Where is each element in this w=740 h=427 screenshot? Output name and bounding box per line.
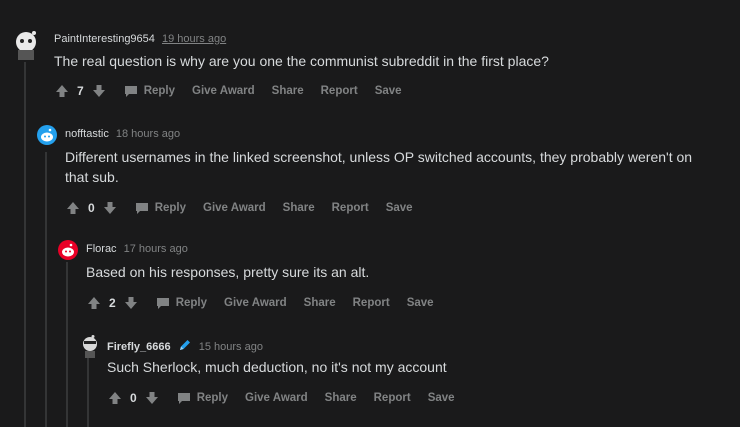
avatar[interactable]	[37, 125, 57, 145]
save-button[interactable]: Save	[386, 202, 413, 214]
downvote-icon[interactable]	[92, 84, 106, 98]
username[interactable]: nofftastic	[65, 128, 109, 140]
report-button[interactable]: Report	[332, 202, 369, 214]
comment-icon	[124, 85, 137, 97]
comment-icon	[135, 202, 148, 214]
upvote-icon[interactable]	[55, 84, 69, 98]
reply-button[interactable]: Reply	[124, 85, 175, 98]
comment-body: The real question is why are you one the…	[54, 53, 549, 69]
comment-actions: 2 Reply Give Award Share Report Save	[87, 293, 451, 313]
give-award-button[interactable]: Give Award	[203, 202, 266, 214]
reply-button[interactable]: Reply	[156, 297, 207, 310]
comment-body: Different usernames in the linked screen…	[65, 149, 693, 185]
comment-actions: 7 Reply Give Award Share Report Save	[55, 81, 419, 101]
reply-label: Reply	[175, 297, 208, 309]
timestamp[interactable]: 19 hours ago	[162, 33, 226, 45]
save-button[interactable]: Save	[375, 85, 402, 97]
username[interactable]: PaintInteresting9654	[54, 33, 155, 45]
comment-icon	[177, 392, 190, 404]
downvote-icon[interactable]	[145, 391, 159, 405]
share-button[interactable]: Share	[283, 202, 315, 214]
timestamp[interactable]: 17 hours ago	[124, 243, 188, 255]
share-button[interactable]: Share	[304, 297, 336, 309]
give-award-button[interactable]: Give Award	[224, 297, 287, 309]
avatar[interactable]	[58, 240, 78, 260]
pencil-icon	[179, 340, 190, 350]
vote-score: 0	[88, 201, 95, 215]
timestamp[interactable]: 15 hours ago	[199, 341, 263, 353]
comment-body: Such Sherlock, much deduction, no it's n…	[107, 359, 447, 375]
reply-button[interactable]: Reply	[135, 202, 186, 215]
give-award-button[interactable]: Give Award	[245, 392, 308, 404]
upvote-icon[interactable]	[66, 201, 80, 215]
avatar[interactable]	[79, 334, 101, 358]
share-button[interactable]: Share	[325, 392, 357, 404]
thread-line[interactable]	[45, 152, 47, 427]
upvote-icon[interactable]	[87, 296, 101, 310]
share-button[interactable]: Share	[272, 85, 304, 97]
report-button[interactable]: Report	[321, 85, 358, 97]
avatar[interactable]	[12, 28, 40, 60]
username[interactable]: Firefly_6666	[107, 341, 171, 353]
save-button[interactable]: Save	[428, 392, 455, 404]
comment-actions: 0 Reply Give Award Share Report Save	[108, 388, 472, 408]
reply-label: Reply	[196, 392, 229, 404]
comment-actions: 0 Reply Give Award Share Report Save	[66, 198, 430, 218]
save-button[interactable]: Save	[407, 297, 434, 309]
thread-line[interactable]	[87, 358, 89, 427]
comment-icon	[156, 297, 169, 309]
username[interactable]: Florac	[86, 243, 117, 255]
reply-label: Reply	[154, 202, 187, 214]
timestamp[interactable]: 18 hours ago	[116, 128, 180, 140]
downvote-icon[interactable]	[124, 296, 138, 310]
downvote-icon[interactable]	[103, 201, 117, 215]
report-button[interactable]: Report	[353, 297, 390, 309]
comment-body: Based on his responses, pretty sure its …	[86, 264, 370, 280]
give-award-button[interactable]: Give Award	[192, 85, 255, 97]
thread-line[interactable]	[66, 262, 68, 427]
reply-label: Reply	[143, 85, 176, 97]
vote-score: 7	[77, 84, 84, 98]
thread-line[interactable]	[24, 62, 26, 427]
report-button[interactable]: Report	[374, 392, 411, 404]
upvote-icon[interactable]	[108, 391, 122, 405]
reply-button[interactable]: Reply	[177, 392, 228, 405]
vote-score: 2	[109, 296, 116, 310]
vote-score: 0	[130, 391, 137, 405]
